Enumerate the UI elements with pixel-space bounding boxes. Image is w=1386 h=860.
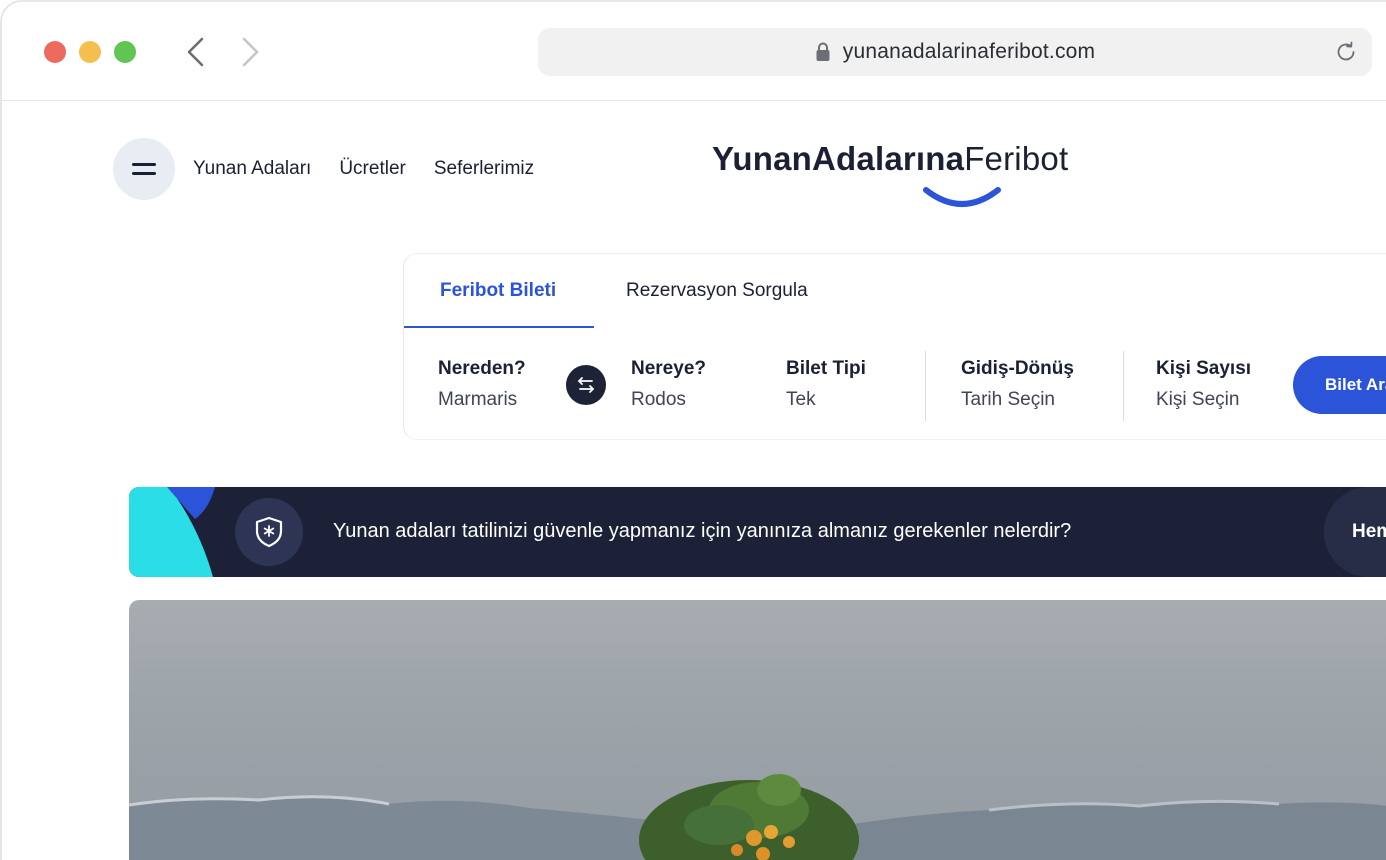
swap-arrows-icon[interactable] (566, 365, 606, 405)
banner-text: Yunan adaları tatilinizi güvenle yapmanı… (333, 520, 1072, 542)
field-divider (925, 351, 926, 421)
field-divider (1123, 351, 1124, 421)
nav-link-yunan-adalari[interactable]: Yunan Adaları (193, 158, 311, 180)
logo-smile-icon (923, 187, 1001, 207)
top-navigation: Yunan Adaları Ücretler Seferlerimiz (193, 158, 562, 180)
nav-link-seferlerimiz[interactable]: Seferlerimiz (434, 158, 534, 180)
address-bar[interactable]: yunanadalarinaferibot.com (538, 28, 1372, 76)
reload-icon[interactable] (1334, 40, 1358, 64)
banner-decoration (129, 487, 215, 577)
dates-label: Gidiş-Dönüş (961, 358, 1074, 379)
search-ticket-button[interactable]: Bilet Ara (1293, 356, 1386, 414)
nav-link-ucretler[interactable]: Ücretler (339, 158, 406, 180)
browser-window: yunanadalarinaferibot.com Yunan Adaları … (0, 0, 1386, 860)
logo-text-bold: YunanAdalarına (712, 140, 965, 177)
close-window-button[interactable] (44, 41, 66, 63)
read-now-button[interactable]: Hemen Oku (1324, 487, 1386, 577)
hamburger-icon[interactable] (113, 138, 175, 200)
ticket-search-card: Feribot Bileti Rezervasyon Sorgula Nered… (403, 253, 1386, 440)
orange-tree (639, 774, 859, 860)
lock-icon (816, 42, 830, 61)
to-value: Rodos (631, 389, 686, 410)
tab-feribot-bileti[interactable]: Feribot Bileti (440, 280, 556, 302)
dates-value: Tarih Seçin (961, 389, 1055, 410)
logo-text-light: Feribot (964, 140, 1069, 177)
maximize-window-button[interactable] (114, 41, 136, 63)
ticket-type-value: Tek (786, 389, 816, 410)
forward-arrow-icon[interactable] (236, 36, 264, 68)
site-logo[interactable]: YunanAdalarınaFeribot (712, 140, 1092, 212)
passengers-label: Kişi Sayısı (1156, 358, 1252, 379)
ticket-type-field[interactable]: Bilet Tipi Tek (786, 358, 866, 411)
dates-field[interactable]: Gidiş-Dönüş Tarih Seçin (961, 358, 1074, 411)
hero-image (129, 600, 1386, 860)
passengers-field[interactable]: Kişi Sayısı Kişi Seçin (1156, 358, 1251, 411)
from-value: Marmaris (438, 389, 518, 410)
shield-star-icon (235, 498, 303, 566)
active-tab-indicator (404, 326, 594, 328)
browser-toolbar: yunanadalarinaferibot.com (2, 2, 1386, 101)
from-label: Nereden? (438, 358, 526, 379)
passengers-value: Kişi Seçin (1156, 389, 1240, 410)
tab-rezervasyon-sorgula[interactable]: Rezervasyon Sorgula (626, 280, 808, 302)
to-field[interactable]: Nereye? Rodos (631, 358, 706, 411)
url-text: yunanadalarinaferibot.com (842, 40, 1096, 63)
island-landscape-illustration (129, 774, 1386, 860)
minimize-window-button[interactable] (79, 41, 101, 63)
back-arrow-icon[interactable] (182, 36, 210, 68)
info-banner: Yunan adaları tatilinizi güvenle yapmanı… (129, 487, 1386, 577)
from-field[interactable]: Nereden? Marmaris (438, 358, 526, 411)
to-label: Nereye? (631, 358, 706, 379)
ticket-type-label: Bilet Tipi (786, 358, 866, 379)
